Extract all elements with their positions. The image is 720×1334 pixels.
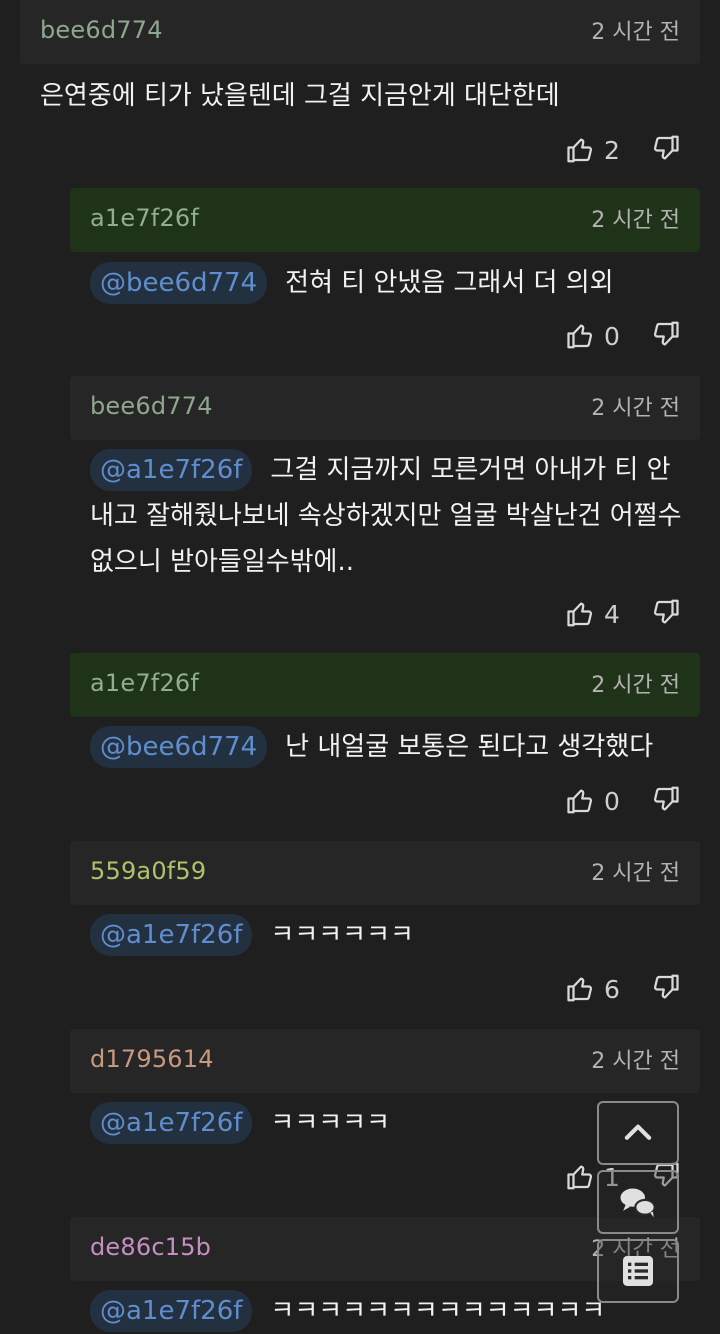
comment-body-line: 없으니 받아들일수밖에.. bbox=[90, 547, 354, 577]
vote-bar: 2 bbox=[566, 130, 680, 170]
mention-tag[interactable]: @a1e7f26f bbox=[90, 1102, 253, 1144]
upvote-button[interactable]: 2 bbox=[566, 135, 626, 165]
downvote-button[interactable] bbox=[650, 133, 680, 167]
vote-bar: 0 bbox=[566, 781, 680, 821]
comment-time: 2 시간 전 bbox=[591, 20, 680, 45]
thumbs-down-icon bbox=[653, 321, 679, 346]
comment-body: ㅋㅋㅋㅋㅋㅋㅋㅋㅋㅋㅋㅋㅋㅋ bbox=[270, 1296, 606, 1326]
thumbs-up-icon bbox=[567, 789, 593, 814]
comment-text: @a1e7f26f ㅋㅋㅋㅋㅋㅋ bbox=[90, 912, 414, 958]
mention-tag[interactable]: @a1e7f26f bbox=[90, 1290, 253, 1332]
mention-tag[interactable]: @bee6d774 bbox=[90, 726, 268, 768]
comment-text: 은연중에 티가 났을텐데 그걸 지금안게 대단한데 bbox=[40, 73, 560, 119]
upvote-count: 0 bbox=[604, 321, 620, 351]
thumbs-up-icon bbox=[567, 602, 593, 627]
comment-header: bee6d774 2 시간 전 bbox=[20, 0, 700, 64]
thumbs-up-icon bbox=[567, 138, 593, 163]
comment-body: 은연중에 티가 났을텐데 그걸 지금안게 대단한데 bbox=[40, 81, 560, 111]
thumbs-up-icon bbox=[567, 324, 593, 349]
comment-header: bee6d774 2 시간 전 bbox=[70, 376, 700, 440]
comment-body: ㅋㅋㅋㅋㅋㅋ bbox=[270, 920, 414, 950]
upvote-count: 4 bbox=[604, 599, 620, 629]
thumbs-up-icon bbox=[567, 977, 593, 1002]
downvote-button[interactable] bbox=[650, 319, 680, 353]
comment-author[interactable]: d1795614 bbox=[90, 1045, 214, 1073]
mention-tag[interactable]: @a1e7f26f bbox=[90, 914, 253, 956]
comment-header: d1795614 2 시간 전 bbox=[70, 1029, 700, 1093]
mention-tag[interactable]: @bee6d774 bbox=[90, 262, 268, 304]
comment-author[interactable]: a1e7f26f bbox=[90, 669, 199, 697]
thumbs-down-icon bbox=[653, 974, 679, 999]
comment-author[interactable]: bee6d774 bbox=[90, 392, 213, 420]
mention-tag[interactable]: @a1e7f26f bbox=[90, 449, 253, 491]
downvote-button[interactable] bbox=[650, 972, 680, 1006]
comment-header: a1e7f26f 2 시간 전 bbox=[70, 653, 700, 717]
comment-time: 2 시간 전 bbox=[591, 396, 680, 421]
upvote-button[interactable]: 6 bbox=[566, 974, 626, 1004]
comment-time: 2 시간 전 bbox=[591, 861, 680, 886]
downvote-button[interactable] bbox=[650, 784, 680, 818]
comment-author[interactable]: de86c15b bbox=[90, 1233, 211, 1261]
comment-body: 전혀 티 안냈음 그래서 더 의외 bbox=[285, 268, 614, 298]
comment-text: @bee6d774 전혀 티 안냈음 그래서 더 의외 bbox=[90, 260, 614, 306]
thumbs-down-icon bbox=[653, 599, 679, 624]
comment-time: 2 시간 전 bbox=[591, 208, 680, 233]
vote-bar: 0 bbox=[566, 316, 680, 356]
comment-header: 559a0f59 2 시간 전 bbox=[70, 841, 700, 905]
comment-author[interactable]: a1e7f26f bbox=[90, 204, 199, 232]
comment-time: 2 시간 전 bbox=[591, 673, 680, 698]
comment-body-line: 그걸 지금까지 모른거면 아내가 티 안 bbox=[270, 455, 671, 485]
comment-text: @a1e7f26f ㅋㅋㅋㅋㅋ bbox=[90, 1100, 390, 1146]
comment-time: 2 시간 전 bbox=[591, 1049, 680, 1074]
list-icon bbox=[623, 1256, 653, 1286]
scroll-top-button[interactable] bbox=[597, 1101, 679, 1165]
list-view-button[interactable] bbox=[597, 1239, 679, 1303]
comment-text: @bee6d774 난 내얼굴 보통은 된다고 생각했다 bbox=[90, 724, 653, 770]
downvote-button[interactable] bbox=[650, 597, 680, 631]
comment-text: @a1e7f26f 그걸 지금까지 모른거면 아내가 티 안 내고 잘해줬나보네 … bbox=[90, 447, 710, 585]
upvote-count: 6 bbox=[604, 974, 620, 1004]
chat-bubbles-icon bbox=[620, 1188, 656, 1218]
comment-text: @a1e7f26f ㅋㅋㅋㅋㅋㅋㅋㅋㅋㅋㅋㅋㅋㅋ bbox=[90, 1288, 605, 1334]
upvote-count: 2 bbox=[604, 135, 620, 165]
vote-bar: 6 bbox=[566, 969, 680, 1009]
upvote-button[interactable]: 0 bbox=[566, 786, 626, 816]
comments-button[interactable] bbox=[597, 1170, 679, 1234]
comment-body: ㅋㅋㅋㅋㅋ bbox=[270, 1108, 391, 1138]
comment-header: a1e7f26f 2 시간 전 bbox=[70, 188, 700, 252]
upvote-button[interactable]: 0 bbox=[566, 321, 626, 351]
upvote-button[interactable]: 4 bbox=[566, 599, 626, 629]
thumbs-up-icon bbox=[567, 1165, 593, 1190]
comment-author[interactable]: bee6d774 bbox=[40, 16, 163, 44]
vote-bar: 4 bbox=[566, 594, 680, 634]
comment-body-line: 내고 잘해줬나보네 속상하겠지만 얼굴 박살난건 어쩔수 bbox=[90, 501, 682, 531]
comment-body: 난 내얼굴 보통은 된다고 생각했다 bbox=[285, 732, 654, 762]
upvote-count: 0 bbox=[604, 786, 620, 816]
thumbs-down-icon bbox=[653, 786, 679, 811]
comment-author[interactable]: 559a0f59 bbox=[90, 857, 206, 885]
thumbs-down-icon bbox=[653, 135, 679, 160]
chevron-up-icon bbox=[624, 1124, 652, 1140]
